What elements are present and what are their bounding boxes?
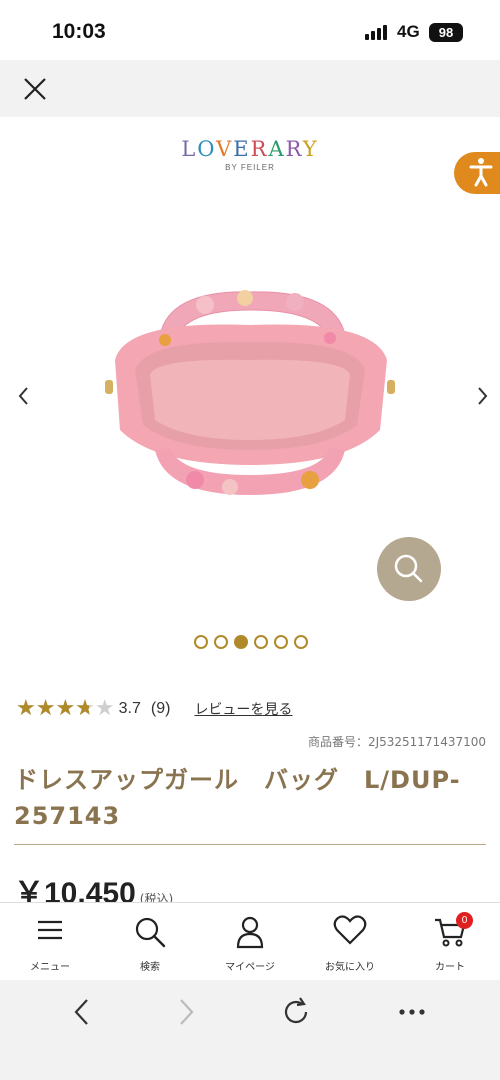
close-button[interactable] bbox=[20, 74, 50, 104]
carousel-dot[interactable] bbox=[254, 635, 268, 649]
top-bar bbox=[0, 60, 500, 117]
status-time: 10:03 bbox=[52, 20, 106, 43]
accessibility-icon bbox=[469, 158, 493, 187]
more-icon bbox=[399, 1009, 425, 1015]
rating-count: (9) bbox=[150, 700, 171, 717]
rating-value: 3.7 bbox=[118, 700, 141, 717]
browser-toolbar bbox=[0, 980, 500, 1080]
brand-logo: LOVERARY BY FEILER bbox=[0, 137, 500, 172]
carousel-dot[interactable] bbox=[274, 635, 288, 649]
chevron-right-icon bbox=[180, 999, 194, 1025]
carousel-dot[interactable] bbox=[214, 635, 228, 649]
nav-label: 検索 bbox=[140, 962, 160, 973]
browser-reload-button[interactable] bbox=[276, 992, 316, 1032]
status-bar: 10:03 4G 98 bbox=[0, 0, 500, 60]
nav-cart[interactable]: 0 カート bbox=[400, 903, 500, 980]
nav-label: メニュー bbox=[30, 962, 70, 973]
zoom-button[interactable] bbox=[377, 537, 441, 601]
prev-image-button[interactable] bbox=[12, 383, 36, 409]
carousel-dot[interactable] bbox=[194, 635, 208, 649]
carousel-dot[interactable] bbox=[294, 635, 308, 649]
browser-forward-button[interactable] bbox=[166, 992, 206, 1032]
network-type: 4G bbox=[397, 22, 420, 41]
search-icon bbox=[394, 554, 423, 583]
battery-icon: 98 bbox=[429, 23, 463, 42]
close-icon bbox=[24, 78, 46, 100]
next-image-button[interactable] bbox=[470, 383, 494, 409]
brand-sub: BY FEILER bbox=[225, 163, 275, 172]
search-icon bbox=[135, 917, 166, 948]
nav-favorites[interactable]: お気に入り bbox=[300, 903, 400, 980]
user-icon bbox=[236, 916, 264, 949]
chevron-left-icon bbox=[74, 999, 88, 1025]
carousel-dot[interactable] bbox=[234, 635, 248, 649]
carousel-dots bbox=[194, 635, 308, 649]
signal-icon bbox=[365, 24, 391, 40]
brand-name: LOVERARY bbox=[181, 137, 319, 161]
heart-icon bbox=[333, 915, 367, 945]
nav-search[interactable]: 検索 bbox=[100, 903, 200, 980]
accessibility-button[interactable] bbox=[454, 152, 500, 194]
chevron-left-icon bbox=[18, 387, 28, 405]
product-title: ドレスアップガール バッグ L/DUP-257143 bbox=[14, 766, 461, 830]
reload-icon bbox=[284, 997, 308, 1024]
nav-label: お気に入り bbox=[325, 962, 375, 973]
menu-icon bbox=[38, 920, 62, 940]
rating: ★★★★★ ★★★★★ 3.7 (9) レビューを見る bbox=[16, 697, 292, 721]
nav-mypage[interactable]: マイページ bbox=[200, 903, 300, 980]
browser-more-button[interactable] bbox=[392, 992, 432, 1032]
chevron-right-icon bbox=[478, 387, 488, 405]
nav-menu[interactable]: メニュー bbox=[0, 903, 100, 980]
browser-back-button[interactable] bbox=[62, 992, 102, 1032]
rating-stars: ★★★★★ ★★★★★ bbox=[16, 696, 115, 721]
cart-badge: 0 bbox=[456, 912, 473, 929]
review-link[interactable]: レビューを見る bbox=[194, 699, 292, 719]
bottom-nav: メニュー 検索 マイページ お気に入り 0 カート bbox=[0, 902, 500, 980]
divider bbox=[14, 844, 486, 845]
product-code: 商品番号：2J53251171437100 bbox=[307, 735, 486, 749]
nav-label: マイページ bbox=[225, 962, 275, 973]
product-image[interactable] bbox=[95, 280, 405, 510]
nav-label: カート bbox=[435, 962, 465, 973]
